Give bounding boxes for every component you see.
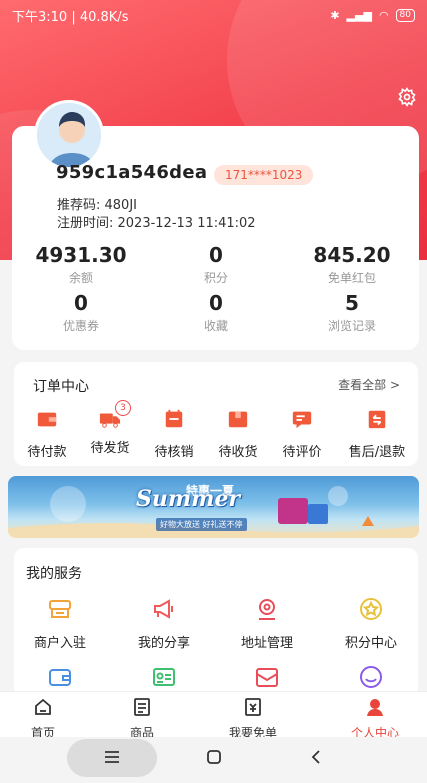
- register-time: 注册时间: 2023-12-13 11:41:02: [57, 216, 256, 231]
- coupon-icon: [245, 698, 261, 716]
- settings-icon[interactable]: [397, 87, 417, 107]
- order-pending-verify[interactable]: 待核销: [144, 408, 204, 460]
- stat-history[interactable]: 5 浏览记录: [297, 291, 407, 334]
- comment-icon: [292, 411, 312, 429]
- order-pending-receipt[interactable]: 待收货: [208, 408, 268, 460]
- signal-icon: ▂▄▆: [346, 8, 372, 22]
- services-title: 我的服务: [26, 566, 82, 582]
- order-pending-review[interactable]: 待评价: [272, 408, 332, 460]
- stat-favorites[interactable]: 0 收藏: [161, 291, 271, 334]
- stat-balance[interactable]: 4931.30 余额: [26, 243, 136, 286]
- banner-title: Summer: [136, 486, 241, 512]
- box-icon: [228, 411, 248, 428]
- service-address-manage[interactable]: 地址管理: [217, 596, 317, 651]
- stat-points[interactable]: 0 积分: [161, 243, 271, 286]
- order-after-sales[interactable]: 售后/退款: [340, 408, 414, 460]
- tab-home[interactable]: 首页: [8, 697, 78, 741]
- service-merchant-join[interactable]: 商户入驻: [10, 596, 110, 651]
- system-nav-bar: [0, 737, 427, 783]
- tab-profile[interactable]: 个人中心: [340, 697, 410, 741]
- tab-free-order[interactable]: 我要免单: [218, 697, 288, 741]
- service-my-share[interactable]: 我的分享: [114, 596, 214, 651]
- battery-icon: 80: [395, 8, 415, 22]
- star-icon: [360, 598, 382, 620]
- status-time: 下午3:10 | 40.8K/s: [12, 9, 129, 25]
- bottom-tab-bar: 首页 商品 我要免单 个人中心: [0, 691, 427, 740]
- wallet-icon: [37, 412, 57, 427]
- wallet-outline-icon: [49, 669, 71, 686]
- order-pending-shipment[interactable]: 3 待发货: [80, 400, 140, 456]
- list-icon: [134, 698, 150, 716]
- username: 959c1a546dea: [56, 162, 208, 183]
- page: 下午3:10 | 40.8K/s ✱ ▂▄▆ ◠ 80 959c1a546dea…: [0, 0, 427, 783]
- bluetooth-icon: ✱: [330, 8, 340, 22]
- home-square-icon[interactable]: [205, 748, 223, 766]
- service-wallet[interactable]: [10, 664, 110, 694]
- refund-icon: [368, 410, 386, 429]
- menu-icon[interactable]: [103, 748, 121, 766]
- support-icon: [360, 666, 382, 688]
- stat-free-redpacket[interactable]: 845.20 免单红包: [297, 243, 407, 286]
- status-bar: 下午3:10 | 40.8K/s ✱ ▂▄▆ ◠ 80: [0, 0, 427, 30]
- megaphone-icon: [154, 599, 173, 619]
- service-support[interactable]: [321, 664, 421, 694]
- tab-products[interactable]: 商品: [107, 697, 177, 741]
- referral-code: 推荐码: 480JI: [57, 198, 137, 213]
- wifi-icon: ◠: [378, 8, 389, 22]
- service-gift[interactable]: [217, 664, 317, 694]
- order-center-title: 订单中心: [33, 379, 89, 395]
- view-all-orders-link[interactable]: 查看全部 >: [338, 376, 400, 393]
- order-center-card: 订单中心 查看全部 > 待付款 3 待发货 待核销 待收货 待评价 售后/退款: [14, 362, 418, 466]
- phone-badge: 171****1023: [214, 165, 314, 185]
- avatar[interactable]: [34, 100, 104, 170]
- home-icon: [35, 698, 51, 715]
- stat-coupons[interactable]: 0 优惠券: [26, 291, 136, 334]
- gift-icon: [256, 668, 278, 687]
- service-id-card[interactable]: [114, 664, 214, 694]
- shipment-badge: 3: [115, 400, 131, 416]
- user-icon: [367, 699, 383, 716]
- id-card-icon: [153, 668, 175, 686]
- merchant-icon: [49, 600, 71, 618]
- summer-promo-banner[interactable]: 特惠一夏 Summer 好物大放送 好礼送不停: [8, 476, 419, 538]
- service-points-center[interactable]: 积分中心: [321, 596, 421, 651]
- calendar-icon: [165, 409, 183, 428]
- banner-subtitle: 好物大放送 好礼送不停: [156, 518, 247, 531]
- back-icon[interactable]: [308, 748, 326, 766]
- location-icon: [259, 599, 275, 620]
- order-pending-payment[interactable]: 待付款: [17, 408, 77, 460]
